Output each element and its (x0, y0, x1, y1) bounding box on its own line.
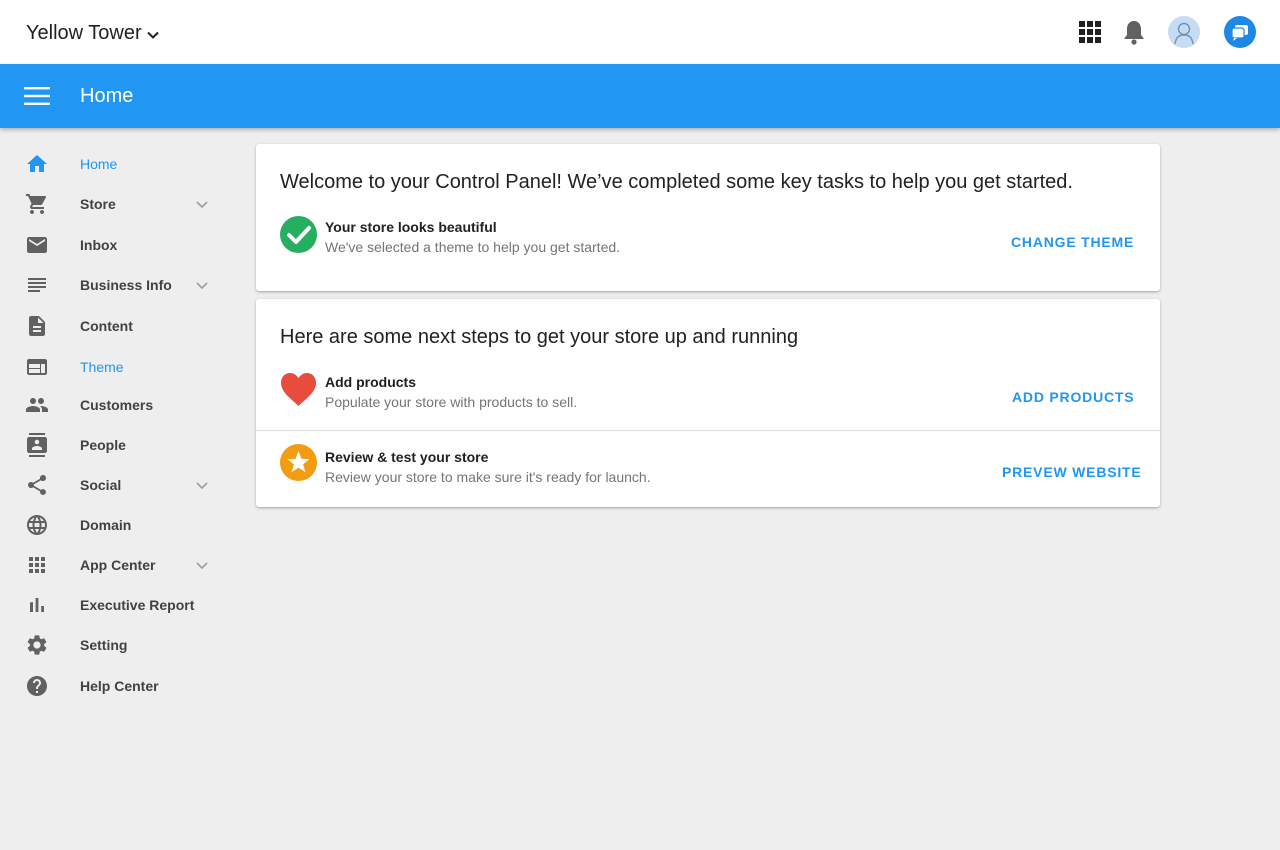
task-title: Your store looks beautiful (325, 219, 497, 235)
page-title: Home (80, 85, 134, 107)
bar-chart-icon (30, 598, 44, 612)
share-icon (28, 475, 46, 495)
chevron-down-icon (196, 562, 208, 570)
sidebar-item-domain[interactable]: Domain (0, 505, 230, 545)
sidebar-item-label: Executive Report (80, 597, 195, 613)
menu-icon[interactable] (24, 84, 50, 108)
cart-icon (26, 194, 47, 214)
sidebar-item-label: People (80, 437, 126, 453)
sidebar-item-content[interactable]: Content (0, 306, 230, 346)
task-description: Populate your store with products to sel… (325, 394, 578, 410)
browser-window-icon (27, 359, 47, 375)
sidebar-item-label: Home (80, 156, 118, 172)
sidebar-item-label: App Center (80, 557, 156, 573)
chevron-down-icon (196, 282, 208, 290)
help-icon (27, 676, 47, 696)
sidebar-item-label: Customers (80, 397, 154, 413)
avatar[interactable] (1168, 16, 1200, 48)
people-icon (26, 398, 48, 412)
change-theme-button[interactable]: CHANGE THEME (1011, 234, 1134, 250)
store-switcher[interactable]: Yellow Tower (26, 20, 160, 46)
apps-grid-icon (29, 557, 45, 573)
task-title: Review & test your store (325, 449, 489, 465)
chevron-down-icon (146, 31, 159, 39)
sidebar-item-executive-report[interactable]: Executive Report (0, 585, 230, 625)
task-description: We've selected a theme to help you get s… (325, 239, 621, 255)
sidebar-item-social[interactable]: Social (0, 465, 230, 505)
sidebar-item-store[interactable]: Store (0, 184, 230, 224)
apps-grid-icon[interactable] (1074, 16, 1106, 48)
chevron-down-icon (196, 482, 208, 490)
mail-icon (27, 237, 47, 253)
contact-card-icon (27, 433, 47, 457)
sidebar-item-label: Setting (80, 637, 128, 653)
home-icon (27, 155, 47, 172)
sidebar-item-theme[interactable]: Theme (0, 347, 230, 387)
sidebar-item-app-center[interactable]: App Center (0, 545, 230, 585)
sidebar-item-label: Content (80, 318, 133, 334)
lines-icon (28, 278, 46, 292)
app-bar: Home (0, 64, 1280, 128)
sidebar-item-setting[interactable]: Setting (0, 625, 230, 665)
task-description: Review your store to make sure it's read… (325, 469, 651, 485)
sidebar-item-label: Domain (80, 517, 132, 533)
globe-icon (27, 515, 47, 535)
sidebar-item-label: Help Center (80, 678, 159, 694)
welcome-card: Welcome to your Control Panel! We’ve com… (256, 144, 1160, 291)
heart-icon (281, 373, 316, 406)
sidebar-item-help-center[interactable]: Help Center (0, 666, 230, 706)
sidebar-item-label: Store (80, 196, 116, 212)
sidebar-item-home[interactable]: Home (0, 144, 230, 184)
sidebar-item-business-info[interactable]: Business Info (0, 265, 230, 305)
chevron-down-icon (196, 201, 208, 209)
divider (256, 430, 1160, 431)
next-steps-card-title: Here are some next steps to get your sto… (280, 326, 799, 348)
document-icon (29, 316, 45, 336)
preview-website-button[interactable]: PREVEW WEBSITE (1002, 464, 1142, 480)
task-title: Add products (325, 374, 416, 390)
store-name: Yellow Tower (26, 21, 142, 44)
sidebar-item-customers[interactable]: Customers (0, 385, 230, 425)
sidebar-item-label: Theme (80, 359, 124, 375)
sidebar-item-people[interactable]: People (0, 425, 230, 465)
bell-icon[interactable] (1118, 16, 1150, 48)
add-products-button[interactable]: ADD PRODUCTS (1012, 389, 1134, 405)
check-circle-icon (280, 216, 317, 253)
top-bar: Yellow Tower (0, 0, 1280, 64)
sidebar-item-inbox[interactable]: Inbox (0, 225, 230, 265)
gear-icon (27, 635, 47, 655)
next-steps-card: Here are some next steps to get your sto… (256, 299, 1160, 507)
sidebar-item-label: Business Info (80, 277, 172, 293)
sidebar-item-label: Inbox (80, 237, 118, 253)
sidebar-item-label: Social (80, 477, 122, 493)
welcome-card-title: Welcome to your Control Panel! We’ve com… (280, 171, 1073, 193)
chat-icon[interactable] (1224, 16, 1256, 48)
star-circle-icon (280, 444, 317, 481)
